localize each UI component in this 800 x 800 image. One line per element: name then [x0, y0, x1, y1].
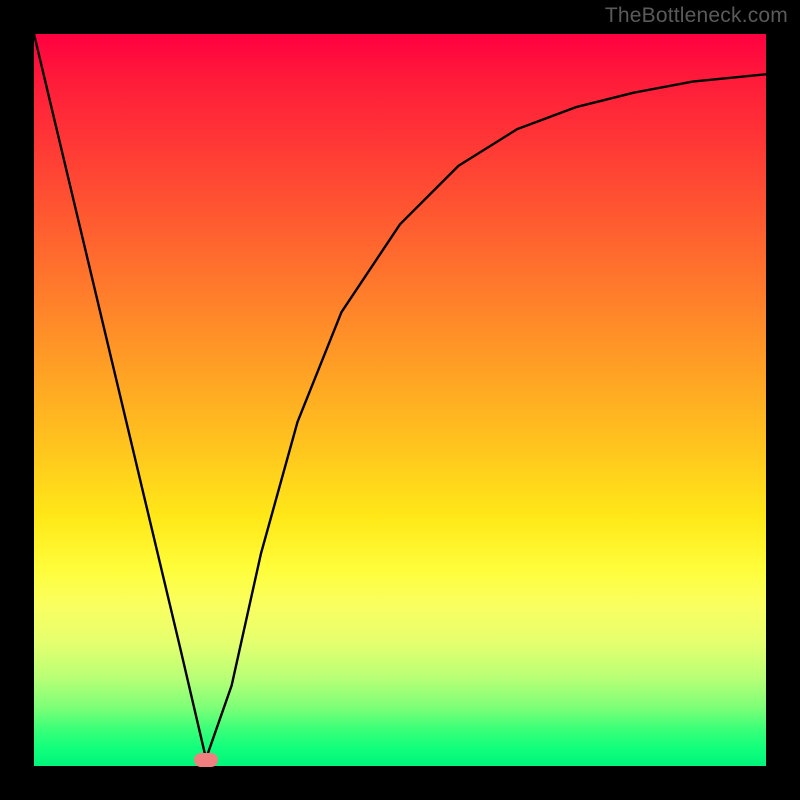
watermark-text: TheBottleneck.com: [605, 4, 788, 28]
plot-area: [34, 34, 766, 766]
chart-frame: TheBottleneck.com: [0, 0, 800, 800]
bottleneck-curve: [34, 34, 766, 766]
optimal-marker: [194, 753, 218, 767]
curve-path: [34, 34, 766, 759]
